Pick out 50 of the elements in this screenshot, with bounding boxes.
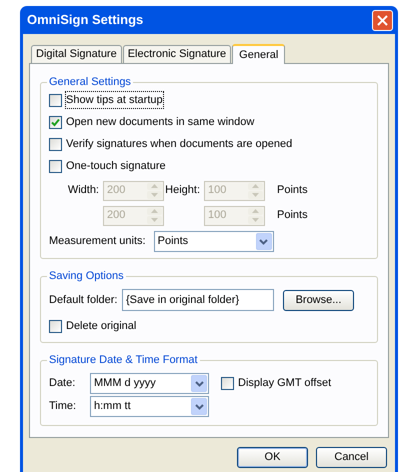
- cancel-button[interactable]: Cancel: [316, 447, 387, 468]
- height-label: Height:: [164, 183, 201, 198]
- unit-label: Points: [277, 183, 308, 198]
- dropdown[interactable]: Points: [154, 231, 274, 252]
- dropdown-value: MMM d yyyy: [93, 376, 157, 392]
- spin-value: 200: [106, 183, 126, 198]
- checkbox[interactable]: [49, 94, 62, 106]
- checkmark-icon: [51, 118, 60, 126]
- date-label: Date:: [49, 376, 76, 392]
- checkbox[interactable]: [49, 138, 62, 150]
- width-label: Width:: [66, 183, 100, 198]
- checkbox-label: Verify signatures when documents are opened: [66, 136, 292, 152]
- default-folder-field[interactable]: {Save in original folder}: [122, 289, 274, 311]
- spin-value: 100: [207, 208, 228, 224]
- checkbox-option[interactable]: One-touch signature: [49, 158, 369, 174]
- checkbox[interactable]: [49, 320, 62, 332]
- checkbox-label: Delete original: [66, 318, 136, 334]
- unit-label: Points: [277, 208, 308, 224]
- checkbox-label: Open new documents in same window: [66, 114, 254, 130]
- dropdown[interactable]: h:mm tt: [90, 396, 209, 417]
- group-title: Saving Options: [47, 269, 126, 283]
- ok-button[interactable]: OK: [237, 447, 308, 468]
- tab[interactable]: Digital Signature: [31, 45, 122, 63]
- close-button[interactable]: [372, 10, 393, 30]
- dropdown[interactable]: MMM d yyyy: [90, 373, 209, 394]
- spin-value: 100: [207, 183, 228, 198]
- checkbox[interactable]: [49, 160, 62, 172]
- window-title: OmniSign Settings: [27, 11, 144, 30]
- spin-value: 200: [106, 208, 126, 224]
- dropdown-value: h:mm tt: [93, 399, 132, 414]
- checkbox-option[interactable]: Delete original: [49, 318, 369, 334]
- close-icon: [377, 14, 388, 26]
- checkbox-label: One-touch signature: [66, 158, 166, 174]
- tab[interactable]: Electronic Signature: [122, 45, 232, 63]
- tab[interactable]: General: [232, 44, 286, 64]
- checkbox[interactable]: [49, 116, 62, 128]
- checkbox-label: Show tips at startup: [66, 92, 163, 108]
- browse-button[interactable]: Browse...: [283, 290, 354, 310]
- checkbox-option[interactable]: Display GMT offset: [221, 376, 332, 392]
- time-label: Time:: [49, 399, 78, 414]
- checkbox-option[interactable]: Open new documents in same window: [49, 114, 369, 130]
- group-title: Signature Date & Time Format: [47, 353, 200, 367]
- measurement-units-label: Measurement units:: [49, 234, 146, 250]
- dropdown-value: Points: [156, 234, 190, 250]
- group-title: General Settings: [47, 75, 133, 89]
- checkbox[interactable]: [221, 377, 234, 390]
- checkbox-option[interactable]: Show tips at startup: [49, 92, 369, 108]
- default-folder-label: Default folder:: [49, 292, 118, 308]
- checkbox-label: Display GMT offset: [238, 376, 332, 392]
- checkbox-option[interactable]: Verify signatures when documents are opened: [49, 136, 369, 152]
